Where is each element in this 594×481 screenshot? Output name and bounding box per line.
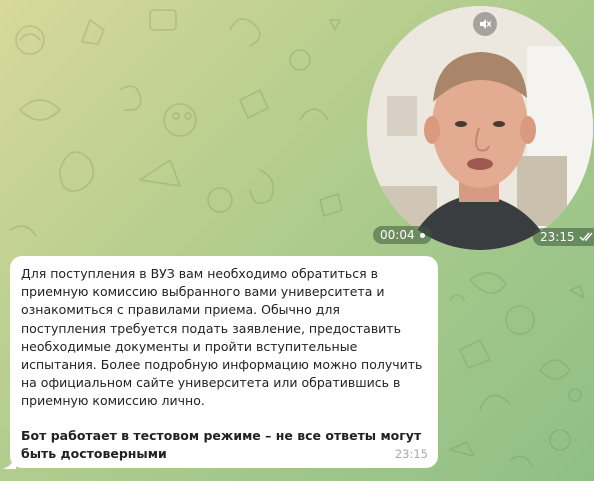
message-timestamp: 23:15 — [394, 446, 428, 461]
video-duration-badge: 00:04 — [373, 226, 432, 244]
video-message[interactable]: 00:04 23:15 — [367, 6, 594, 250]
video-timestamp-badge: 23:15 — [533, 228, 594, 246]
double-check-icon — [579, 232, 593, 242]
unplayed-dot-icon — [419, 232, 425, 238]
bot-message-bubble[interactable]: Для поступления в ВУЗ вам необходимо обр… — [10, 256, 438, 468]
video-duration: 00:04 — [380, 228, 415, 242]
mute-button[interactable] — [473, 12, 497, 36]
video-timestamp: 23:15 — [540, 230, 575, 244]
bot-message-text: Для поступления в ВУЗ вам необходимо обр… — [21, 266, 423, 409]
video-thumbnail[interactable] — [367, 6, 593, 250]
bot-warning-text: Бот работает в тестовом режиме – не все … — [21, 427, 422, 461]
speaker-muted-icon — [480, 19, 492, 29]
